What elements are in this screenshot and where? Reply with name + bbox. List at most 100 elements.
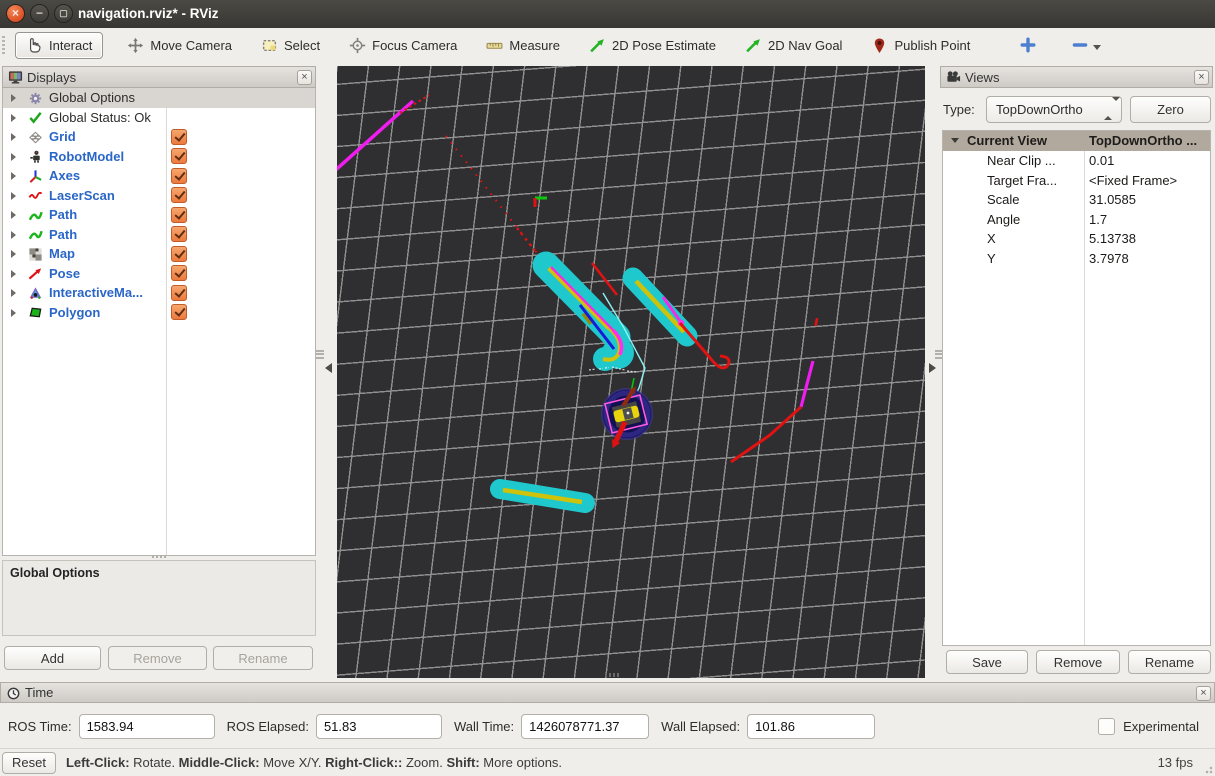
expander-icon[interactable] xyxy=(11,270,16,278)
focus-camera-tool-button[interactable]: Focus Camera xyxy=(344,32,462,59)
visibility-checkbox[interactable] xyxy=(171,148,187,164)
experimental-checkbox[interactable] xyxy=(1098,718,1115,735)
display-label: Global Status: Ok xyxy=(49,108,151,128)
remove-display-button[interactable]: Remove xyxy=(108,646,207,670)
costmap-obstacle-2 xyxy=(633,278,687,336)
expander-open-icon[interactable] xyxy=(951,138,959,143)
current-view-header-row[interactable]: Current View TopDownOrtho ... xyxy=(943,131,1210,151)
property-row[interactable]: Y 3.7978 xyxy=(943,249,1210,269)
expander-icon[interactable] xyxy=(11,192,16,200)
visibility-checkbox[interactable] xyxy=(171,246,187,262)
path-line-magenta-right xyxy=(801,361,813,407)
toolbar: Interact Move Camera Select Focus Camera… xyxy=(0,28,1215,62)
toolbar-drag-handle-icon[interactable] xyxy=(2,36,5,54)
display-label: Axes xyxy=(49,166,80,186)
pose-arrow-icon xyxy=(28,266,43,281)
display-row-map[interactable]: Map xyxy=(3,244,315,264)
laser-scan-icon xyxy=(28,188,43,203)
display-row-pose[interactable]: Pose xyxy=(3,264,315,284)
tool-label: Focus Camera xyxy=(372,38,457,53)
path-icon xyxy=(28,227,43,242)
property-row[interactable]: Near Clip ... 0.01 xyxy=(943,151,1210,171)
views-panel-header[interactable]: Views × xyxy=(940,66,1213,88)
bottom-splitter-handle[interactable] xyxy=(605,673,621,677)
publish-point-tool-button[interactable]: Publish Point xyxy=(866,32,975,59)
property-row[interactable]: X 5.13738 xyxy=(943,229,1210,249)
add-tool-button[interactable] xyxy=(1020,37,1036,53)
expander-icon[interactable] xyxy=(11,231,16,239)
rename-display-button[interactable]: Rename xyxy=(213,646,313,670)
tool-label: Move Camera xyxy=(150,38,232,53)
visibility-checkbox[interactable] xyxy=(171,129,187,145)
panel-splitter-handle[interactable] xyxy=(152,555,166,558)
window-maximize-icon[interactable]: ▢ xyxy=(54,4,73,23)
remove-tool-button[interactable] xyxy=(1072,37,1101,53)
visibility-checkbox[interactable] xyxy=(171,226,187,242)
visibility-checkbox[interactable] xyxy=(171,207,187,223)
property-row[interactable]: Scale 31.0585 xyxy=(943,190,1210,210)
displays-panel-header[interactable]: Displays × xyxy=(2,66,316,88)
nav-goal-tool-button[interactable]: 2D Nav Goal xyxy=(740,32,847,59)
expander-icon[interactable] xyxy=(11,250,16,258)
resize-grip-icon[interactable] xyxy=(1203,764,1213,774)
add-display-button[interactable]: Add xyxy=(4,646,101,670)
measure-tool-button[interactable]: Measure xyxy=(481,32,565,59)
close-icon[interactable]: × xyxy=(1196,686,1211,701)
display-row-path-2[interactable]: Path xyxy=(3,225,315,245)
ros-elapsed-input[interactable] xyxy=(316,714,442,739)
expander-icon[interactable] xyxy=(11,133,16,141)
display-row-polygon[interactable]: Polygon xyxy=(3,303,315,323)
expander-icon[interactable] xyxy=(11,153,16,161)
select-tool-button[interactable]: Select xyxy=(256,32,325,59)
property-row[interactable]: Target Fra... <Fixed Frame> xyxy=(943,171,1210,191)
display-label: Map xyxy=(49,244,75,264)
move-camera-tool-button[interactable]: Move Camera xyxy=(122,32,237,59)
interact-tool-button[interactable]: Interact xyxy=(15,32,103,59)
ros-time-input[interactable] xyxy=(79,714,215,739)
collapse-right-arrow-icon[interactable] xyxy=(929,363,936,373)
expander-icon[interactable] xyxy=(11,172,16,180)
display-row-path-1[interactable]: Path xyxy=(3,205,315,225)
close-icon[interactable]: × xyxy=(297,70,312,85)
spinner-arrows-icon[interactable] xyxy=(1104,101,1117,118)
display-row-axes[interactable]: Axes xyxy=(3,166,315,186)
pose-estimate-tool-button[interactable]: 2D Pose Estimate xyxy=(584,32,721,59)
zero-button[interactable]: Zero xyxy=(1130,96,1211,123)
display-row-global-options[interactable]: Global Options xyxy=(3,88,315,108)
display-row-laserscan[interactable]: LaserScan xyxy=(3,186,315,206)
display-row-grid[interactable]: Grid xyxy=(3,127,315,147)
remove-view-button[interactable]: Remove xyxy=(1036,650,1120,674)
robot xyxy=(602,378,652,448)
render-viewport[interactable] xyxy=(337,66,925,678)
wall-time-input[interactable] xyxy=(521,714,649,739)
time-panel-header[interactable]: Time × xyxy=(0,682,1215,703)
expander-icon[interactable] xyxy=(11,309,16,317)
display-row-interactive-marker[interactable]: InteractiveMa... xyxy=(3,283,315,303)
visibility-checkbox[interactable] xyxy=(171,285,187,301)
wall-elapsed-input[interactable] xyxy=(747,714,875,739)
save-view-button[interactable]: Save xyxy=(946,650,1028,674)
rename-view-button[interactable]: Rename xyxy=(1128,650,1211,674)
view-header-name: Current View xyxy=(967,131,1047,151)
collapse-left-arrow-icon[interactable] xyxy=(325,363,332,373)
expander-icon[interactable] xyxy=(11,114,16,122)
expander-icon[interactable] xyxy=(11,289,16,297)
visibility-checkbox[interactable] xyxy=(171,187,187,203)
chevron-down-icon[interactable] xyxy=(1093,45,1101,50)
left-splitter[interactable] xyxy=(316,348,336,373)
visibility-checkbox[interactable] xyxy=(171,168,187,184)
display-row-robotmodel[interactable]: RobotModel xyxy=(3,147,315,167)
close-icon[interactable]: × xyxy=(1194,70,1209,85)
window-minimize-icon[interactable]: − xyxy=(30,4,49,23)
display-row-global-status[interactable]: Global Status: Ok xyxy=(3,108,315,128)
expander-icon[interactable] xyxy=(11,94,16,102)
property-row[interactable]: Angle 1.7 xyxy=(943,210,1210,230)
visibility-checkbox[interactable] xyxy=(171,304,187,320)
expander-icon[interactable] xyxy=(11,211,16,219)
reset-button[interactable]: Reset xyxy=(2,752,56,774)
displays-tree: Global Options Global Status: Ok Grid Ro… xyxy=(2,88,316,556)
visibility-checkbox[interactable] xyxy=(171,265,187,281)
view-type-combobox[interactable]: TopDownOrtho xyxy=(986,96,1122,123)
display-label: InteractiveMa... xyxy=(49,283,143,303)
window-close-icon[interactable]: × xyxy=(6,4,25,23)
